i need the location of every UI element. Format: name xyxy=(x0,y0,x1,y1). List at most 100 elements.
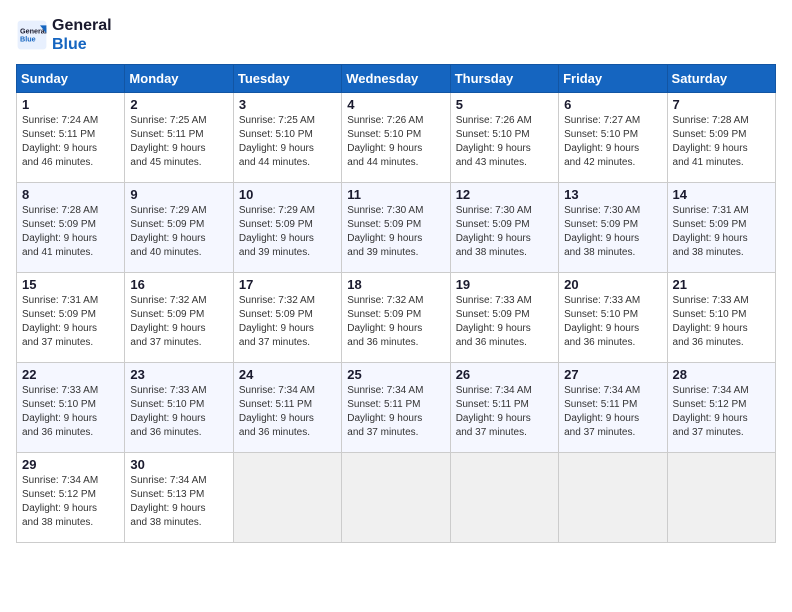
day-info: Sunrise: 7:28 AM Sunset: 5:09 PM Dayligh… xyxy=(22,204,119,260)
calendar-week-row: 8 Sunrise: 7:28 AM Sunset: 5:09 PM Daylig… xyxy=(17,183,776,273)
day-number: 26 xyxy=(456,367,553,382)
day-info: Sunrise: 7:30 AM Sunset: 5:09 PM Dayligh… xyxy=(347,204,444,260)
header-tuesday: Tuesday xyxy=(233,65,341,93)
calendar-cell xyxy=(342,453,450,543)
day-info: Sunrise: 7:33 AM Sunset: 5:10 PM Dayligh… xyxy=(130,384,227,440)
day-info: Sunrise: 7:26 AM Sunset: 5:10 PM Dayligh… xyxy=(347,114,444,170)
day-info: Sunrise: 7:34 AM Sunset: 5:11 PM Dayligh… xyxy=(347,384,444,440)
day-info: Sunrise: 7:34 AM Sunset: 5:11 PM Dayligh… xyxy=(456,384,553,440)
day-number: 1 xyxy=(22,97,119,112)
day-info: Sunrise: 7:27 AM Sunset: 5:10 PM Dayligh… xyxy=(564,114,661,170)
day-number: 14 xyxy=(673,187,770,202)
day-number: 2 xyxy=(130,97,227,112)
calendar-cell xyxy=(233,453,341,543)
day-number: 11 xyxy=(347,187,444,202)
calendar-cell: 25 Sunrise: 7:34 AM Sunset: 5:11 PM Dayli… xyxy=(342,363,450,453)
day-info: Sunrise: 7:30 AM Sunset: 5:09 PM Dayligh… xyxy=(456,204,553,260)
header-wednesday: Wednesday xyxy=(342,65,450,93)
calendar-cell xyxy=(450,453,558,543)
calendar-cell: 8 Sunrise: 7:28 AM Sunset: 5:09 PM Daylig… xyxy=(17,183,125,273)
day-info: Sunrise: 7:33 AM Sunset: 5:10 PM Dayligh… xyxy=(673,294,770,350)
day-info: Sunrise: 7:34 AM Sunset: 5:13 PM Dayligh… xyxy=(130,474,227,530)
day-number: 8 xyxy=(22,187,119,202)
calendar-cell: 14 Sunrise: 7:31 AM Sunset: 5:09 PM Dayli… xyxy=(667,183,775,273)
calendar-cell: 6 Sunrise: 7:27 AM Sunset: 5:10 PM Daylig… xyxy=(559,93,667,183)
day-info: Sunrise: 7:29 AM Sunset: 5:09 PM Dayligh… xyxy=(239,204,336,260)
day-info: Sunrise: 7:31 AM Sunset: 5:09 PM Dayligh… xyxy=(22,294,119,350)
header-monday: Monday xyxy=(125,65,233,93)
day-info: Sunrise: 7:34 AM Sunset: 5:11 PM Dayligh… xyxy=(239,384,336,440)
logo: General Blue GeneralBlue xyxy=(16,16,112,54)
day-number: 5 xyxy=(456,97,553,112)
day-info: Sunrise: 7:28 AM Sunset: 5:09 PM Dayligh… xyxy=(673,114,770,170)
weekday-header-row: Sunday Monday Tuesday Wednesday Thursday… xyxy=(17,65,776,93)
day-number: 28 xyxy=(673,367,770,382)
day-number: 25 xyxy=(347,367,444,382)
header-thursday: Thursday xyxy=(450,65,558,93)
day-number: 16 xyxy=(130,277,227,292)
day-info: Sunrise: 7:26 AM Sunset: 5:10 PM Dayligh… xyxy=(456,114,553,170)
day-number: 19 xyxy=(456,277,553,292)
svg-text:Blue: Blue xyxy=(20,35,36,44)
calendar-cell: 29 Sunrise: 7:34 AM Sunset: 5:12 PM Dayli… xyxy=(17,453,125,543)
day-number: 21 xyxy=(673,277,770,292)
calendar-week-row: 22 Sunrise: 7:33 AM Sunset: 5:10 PM Dayli… xyxy=(17,363,776,453)
calendar-cell: 5 Sunrise: 7:26 AM Sunset: 5:10 PM Daylig… xyxy=(450,93,558,183)
day-number: 22 xyxy=(22,367,119,382)
day-info: Sunrise: 7:34 AM Sunset: 5:11 PM Dayligh… xyxy=(564,384,661,440)
logo-text: GeneralBlue xyxy=(52,16,112,54)
calendar-cell xyxy=(559,453,667,543)
calendar-cell: 11 Sunrise: 7:30 AM Sunset: 5:09 PM Dayli… xyxy=(342,183,450,273)
calendar-cell: 7 Sunrise: 7:28 AM Sunset: 5:09 PM Daylig… xyxy=(667,93,775,183)
calendar-cell: 16 Sunrise: 7:32 AM Sunset: 5:09 PM Dayli… xyxy=(125,273,233,363)
calendar-cell: 19 Sunrise: 7:33 AM Sunset: 5:09 PM Dayli… xyxy=(450,273,558,363)
calendar-week-row: 1 Sunrise: 7:24 AM Sunset: 5:11 PM Daylig… xyxy=(17,93,776,183)
calendar-cell: 9Sunrise: 7:29 AM Sunset: 5:09 PM Daylig… xyxy=(125,183,233,273)
day-number: 23 xyxy=(130,367,227,382)
calendar-cell: 20 Sunrise: 7:33 AM Sunset: 5:10 PM Dayli… xyxy=(559,273,667,363)
calendar-table: Sunday Monday Tuesday Wednesday Thursday… xyxy=(16,64,776,543)
day-info: Sunrise: 7:25 AM Sunset: 5:11 PM Dayligh… xyxy=(130,114,227,170)
calendar-cell: 23 Sunrise: 7:33 AM Sunset: 5:10 PM Dayli… xyxy=(125,363,233,453)
day-info: Sunrise: 7:24 AM Sunset: 5:11 PM Dayligh… xyxy=(22,114,119,170)
day-info: Sunrise: 7:32 AM Sunset: 5:09 PM Dayligh… xyxy=(347,294,444,350)
day-number: 15 xyxy=(22,277,119,292)
day-number: 7 xyxy=(673,97,770,112)
calendar-cell xyxy=(667,453,775,543)
day-info: Sunrise: 7:34 AM Sunset: 5:12 PM Dayligh… xyxy=(673,384,770,440)
day-number: 20 xyxy=(564,277,661,292)
day-info: Sunrise: 7:32 AM Sunset: 5:09 PM Dayligh… xyxy=(239,294,336,350)
logo-icon: General Blue xyxy=(16,19,48,51)
day-number: 27 xyxy=(564,367,661,382)
day-number: 17 xyxy=(239,277,336,292)
day-info: Sunrise: 7:25 AM Sunset: 5:10 PM Dayligh… xyxy=(239,114,336,170)
day-number: 13 xyxy=(564,187,661,202)
calendar-cell: 12 Sunrise: 7:30 AM Sunset: 5:09 PM Dayli… xyxy=(450,183,558,273)
calendar-cell: 28 Sunrise: 7:34 AM Sunset: 5:12 PM Dayli… xyxy=(667,363,775,453)
day-number: 12 xyxy=(456,187,553,202)
calendar-cell: 2 Sunrise: 7:25 AM Sunset: 5:11 PM Daylig… xyxy=(125,93,233,183)
calendar-cell: 15 Sunrise: 7:31 AM Sunset: 5:09 PM Dayli… xyxy=(17,273,125,363)
day-info: Sunrise: 7:34 AM Sunset: 5:12 PM Dayligh… xyxy=(22,474,119,530)
day-info: Sunrise: 7:31 AM Sunset: 5:09 PM Dayligh… xyxy=(673,204,770,260)
calendar-cell: 4Sunrise: 7:26 AM Sunset: 5:10 PM Daylig… xyxy=(342,93,450,183)
day-info: Sunrise: 7:33 AM Sunset: 5:09 PM Dayligh… xyxy=(456,294,553,350)
header-friday: Friday xyxy=(559,65,667,93)
day-info: Sunrise: 7:33 AM Sunset: 5:10 PM Dayligh… xyxy=(22,384,119,440)
calendar-cell: 21 Sunrise: 7:33 AM Sunset: 5:10 PM Dayli… xyxy=(667,273,775,363)
day-info: Sunrise: 7:32 AM Sunset: 5:09 PM Dayligh… xyxy=(130,294,227,350)
calendar-cell: 3 Sunrise: 7:25 AM Sunset: 5:10 PM Daylig… xyxy=(233,93,341,183)
day-number: 3 xyxy=(239,97,336,112)
calendar-cell: 27 Sunrise: 7:34 AM Sunset: 5:11 PM Dayli… xyxy=(559,363,667,453)
day-number: 24 xyxy=(239,367,336,382)
day-info: Sunrise: 7:33 AM Sunset: 5:10 PM Dayligh… xyxy=(564,294,661,350)
day-number: 6 xyxy=(564,97,661,112)
calendar-cell: 13Sunrise: 7:30 AM Sunset: 5:09 PM Dayli… xyxy=(559,183,667,273)
calendar-week-row: 29 Sunrise: 7:34 AM Sunset: 5:12 PM Dayli… xyxy=(17,453,776,543)
day-number: 30 xyxy=(130,457,227,472)
header-saturday: Saturday xyxy=(667,65,775,93)
day-info: Sunrise: 7:29 AM Sunset: 5:09 PM Dayligh… xyxy=(130,204,227,260)
day-number: 10 xyxy=(239,187,336,202)
calendar-week-row: 15 Sunrise: 7:31 AM Sunset: 5:09 PM Dayli… xyxy=(17,273,776,363)
day-number: 29 xyxy=(22,457,119,472)
